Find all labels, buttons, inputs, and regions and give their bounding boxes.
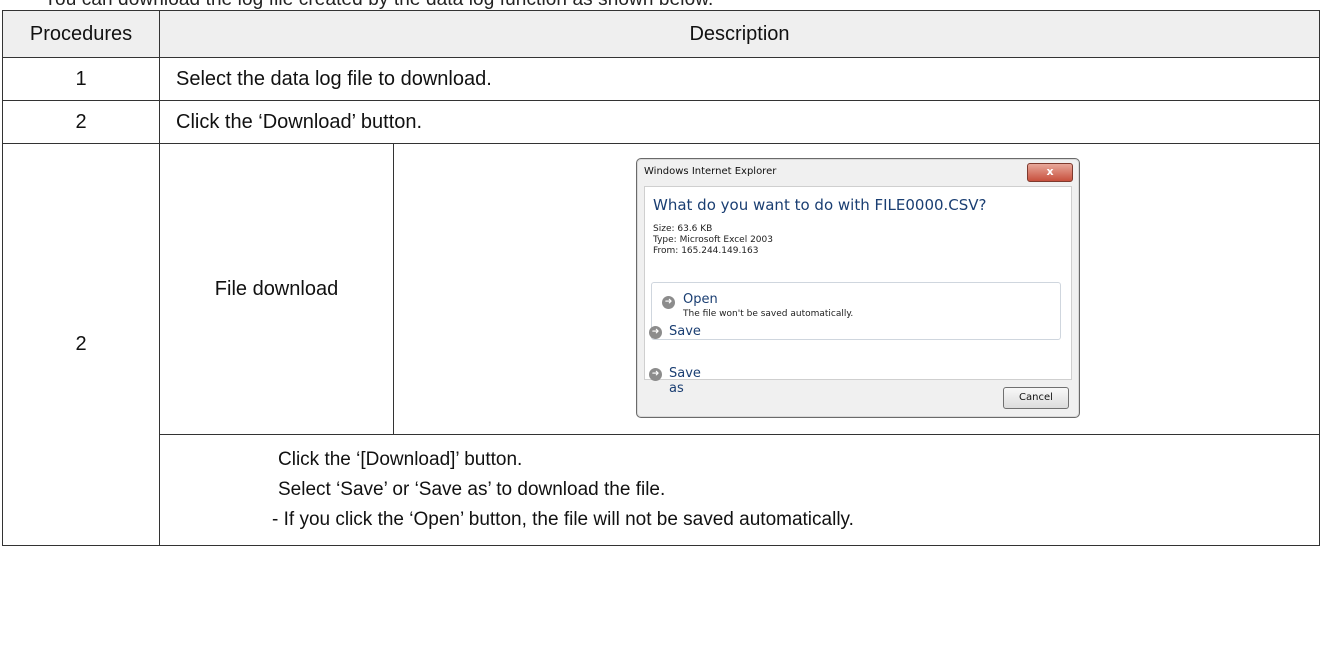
- step-description: Select the data log file to download.: [159, 57, 1320, 101]
- dialog-body: What do you want to do with FILE0000.CSV…: [644, 186, 1072, 380]
- arrow-right-circle-icon: ➜: [649, 368, 662, 381]
- procedure-table: Procedures Description 1 Select the data…: [2, 10, 1320, 546]
- header-procedures: Procedures: [2, 10, 160, 58]
- file-size: Size: 63.6 KB: [653, 224, 713, 234]
- table-row: 1 Select the data log file to download.: [2, 57, 1320, 101]
- file-type: Type: Microsoft Excel 2003: [653, 235, 773, 245]
- table-header-row: Procedures Description: [2, 10, 1320, 58]
- instruction-line: - If you click the ‘Open’ button, the fi…: [272, 509, 854, 530]
- instruction-line: Select ‘Save’ or ‘Save as’ to download t…: [278, 479, 666, 500]
- arrow-right-circle-icon: ➜: [649, 326, 662, 339]
- table-row: Click the ‘[Download]’ button. Select ‘S…: [3, 434, 1320, 546]
- file-source: From: 165.244.149.163: [653, 246, 759, 256]
- step-number: 1: [2, 57, 160, 101]
- close-icon: x: [1046, 165, 1054, 178]
- dialog-screenshot-cell: Windows Internet Explorer x What do you …: [393, 143, 1320, 435]
- step-description: Click the ‘Download’ button.: [159, 100, 1320, 144]
- table-row: 2 Click the ‘Download’ button.: [2, 100, 1320, 144]
- open-sublabel: The file won't be saved automatically.: [683, 309, 854, 319]
- file-download-label: File download: [159, 143, 394, 435]
- header-description: Description: [159, 10, 1320, 58]
- file-info: Size: 63.6 KB Type: Microsoft Excel 2003…: [653, 224, 773, 257]
- save-as-label: Save as: [669, 366, 701, 396]
- instruction-line: Click the ‘[Download]’ button.: [278, 449, 523, 470]
- open-label: Open: [683, 292, 718, 307]
- ie-download-dialog: Windows Internet Explorer x What do you …: [636, 158, 1080, 418]
- cancel-button[interactable]: Cancel: [1003, 387, 1069, 409]
- close-button[interactable]: x: [1027, 163, 1073, 182]
- dialog-title: Windows Internet Explorer: [644, 166, 777, 177]
- step-number: 2: [2, 100, 160, 144]
- open-option[interactable]: ➜ Open The file won't be saved automatic…: [651, 282, 1061, 340]
- save-label: Save: [669, 324, 701, 339]
- arrow-right-circle-icon: ➜: [662, 296, 675, 309]
- table-row: 2 File download Windows Internet Explore…: [2, 143, 1320, 546]
- step-number: 2: [2, 143, 160, 546]
- dialog-question: What do you want to do with FILE0000.CSV…: [653, 196, 987, 214]
- instructions-cell: Click the ‘[Download]’ button. Select ‘S…: [159, 434, 1320, 546]
